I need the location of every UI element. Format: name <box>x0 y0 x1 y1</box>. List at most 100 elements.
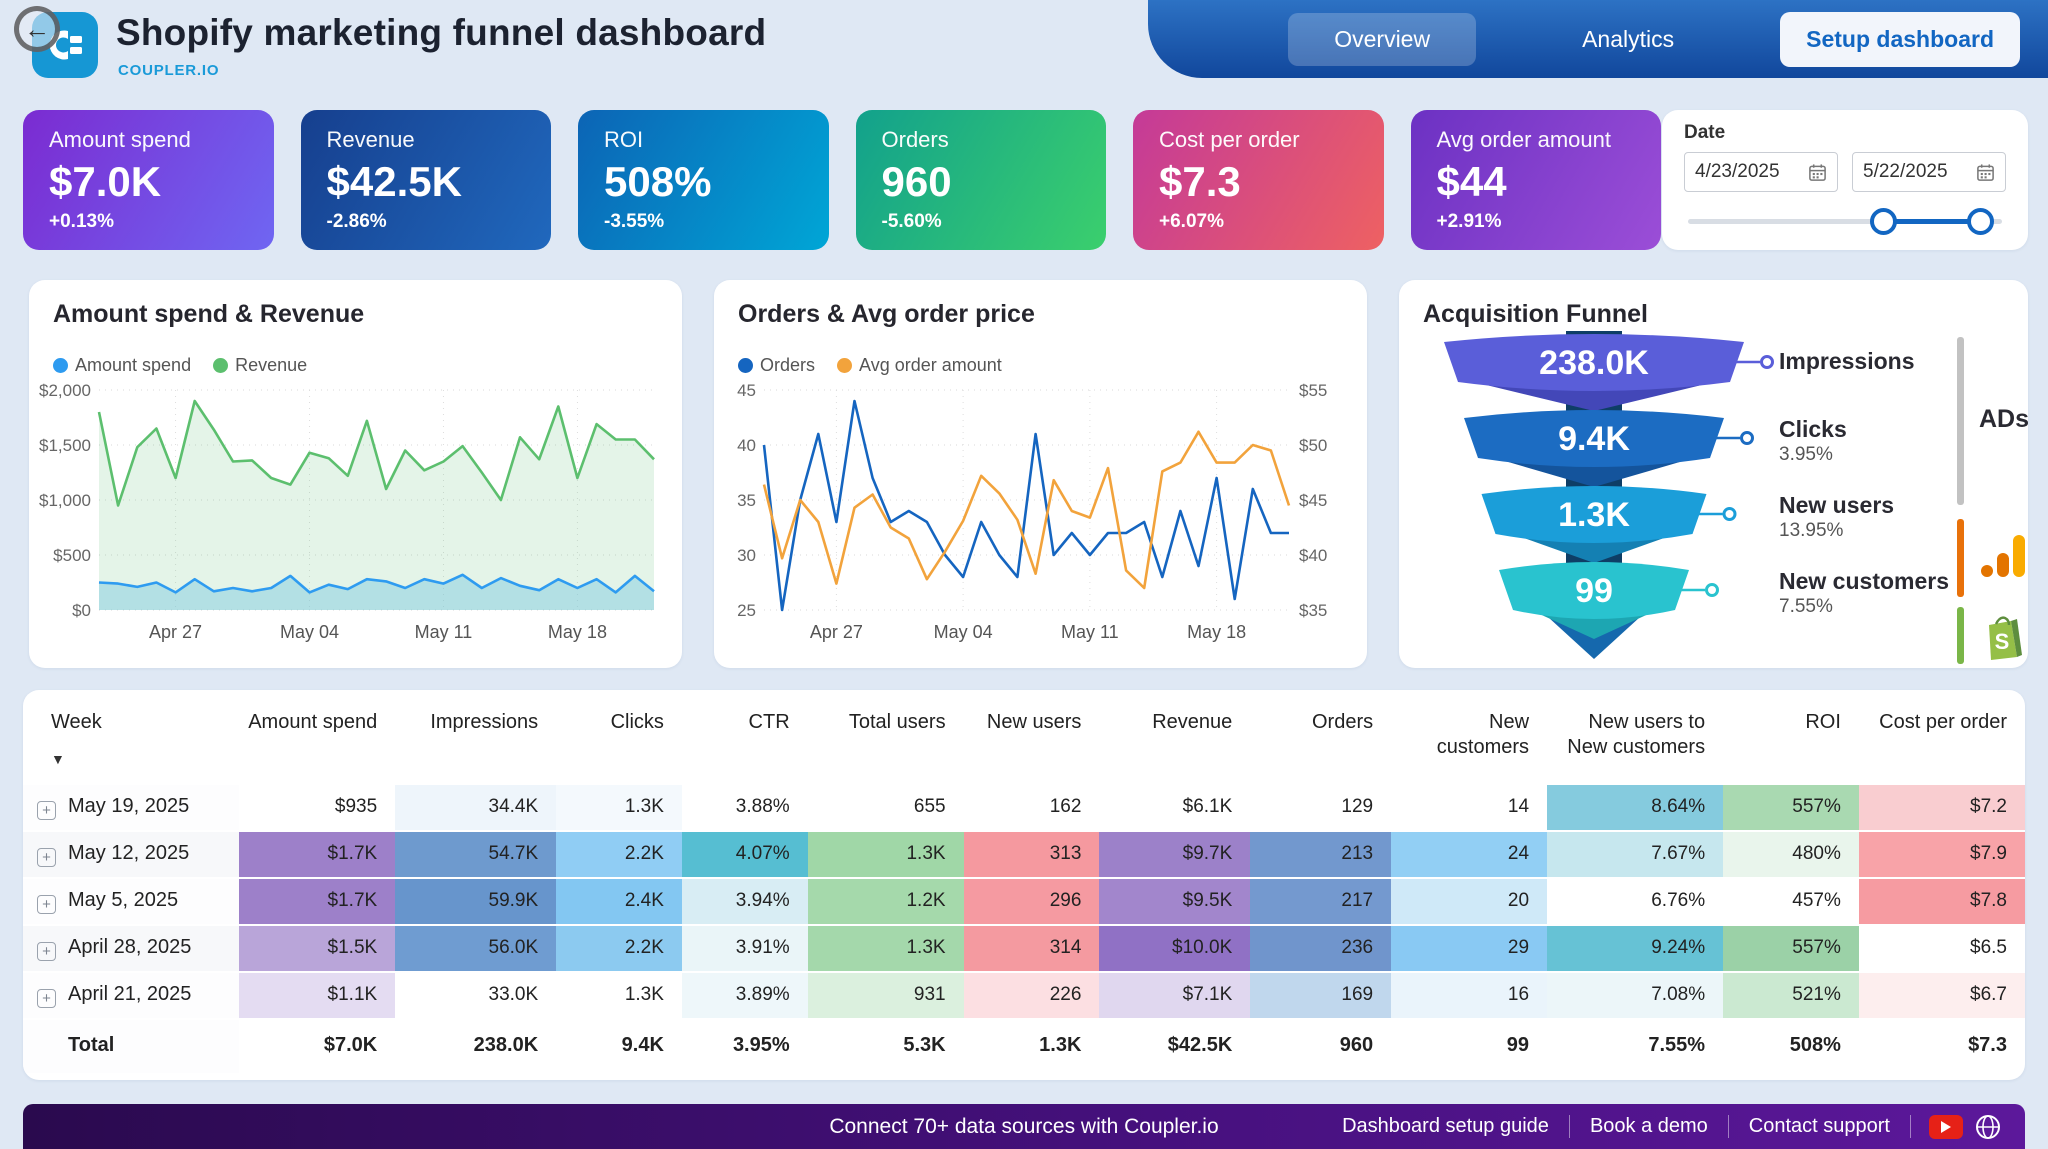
series-line-orders <box>764 401 1289 610</box>
date-end-input[interactable]: 5/22/2025 <box>1852 152 2006 192</box>
chart-card-spend-revenue: Amount spend & Revenue Amount spendReven… <box>29 280 682 668</box>
metric-cell: 1.3K <box>808 925 964 972</box>
sort-indicator[interactable]: ▼ <box>51 749 221 779</box>
metric-cell: $1.1K <box>239 972 395 1019</box>
ads-source-bar <box>1957 337 1964 505</box>
metric-cell: 2.2K <box>556 831 682 878</box>
footer-link-dashboard-setup-guide[interactable]: Dashboard setup guide <box>1322 1115 1570 1138</box>
metric-cell: $1.5K <box>239 925 395 972</box>
kpi-value: 508% <box>604 161 803 203</box>
expand-row-icon[interactable]: + <box>37 848 56 867</box>
funnel-connector-dot <box>1742 433 1753 444</box>
page-subtitle: COUPLER.IO <box>118 62 219 79</box>
date-start-input[interactable]: 4/23/2025 <box>1684 152 1838 192</box>
metric-cell: $7.8 <box>1859 878 2025 925</box>
expand-row-icon[interactable]: + <box>37 801 56 820</box>
ads-label: ADs <box>1979 405 2029 434</box>
kpi-card-roi: ROI508%-3.55% <box>578 110 829 250</box>
legend-dot <box>53 358 68 373</box>
metric-cell: 4.07% <box>682 831 808 878</box>
metric-cell: 59.9K <box>395 878 556 925</box>
analytics-source-bar <box>1957 519 1964 597</box>
calendar-icon[interactable] <box>1976 163 1995 182</box>
metric-cell: 7.67% <box>1547 831 1723 878</box>
metric-cell: 29 <box>1391 925 1547 972</box>
total-cell: $42.5K <box>1099 1019 1250 1073</box>
y-axis-right-tick: $45 <box>1299 491 1327 510</box>
table-row: +May 5, 2025$1.7K59.9K2.4K3.94%1.2K296$9… <box>23 878 2025 925</box>
kpi-label: Revenue <box>327 127 526 153</box>
metric-cell: 129 <box>1250 784 1391 831</box>
week-cell: + May 12, 2025 <box>23 831 239 878</box>
x-axis-tick: May 18 <box>1187 622 1246 642</box>
globe-icon[interactable] <box>1975 1114 2001 1140</box>
metric-cell: 314 <box>964 925 1100 972</box>
kpi-card-cost-per-order: Cost per order$7.3+6.07% <box>1133 110 1384 250</box>
kpi-value: 960 <box>882 161 1081 203</box>
week-label: May 12, 2025 <box>68 842 189 864</box>
metric-cell: 34.4K <box>395 784 556 831</box>
tab-analytics[interactable]: Analytics <box>1536 13 1720 66</box>
kpi-value: $42.5K <box>327 161 526 203</box>
y-axis-tick: $2,000 <box>39 381 91 400</box>
metric-cell: $7.1K <box>1099 972 1250 1019</box>
calendar-icon[interactable] <box>1808 163 1827 182</box>
metric-cell: 20 <box>1391 878 1547 925</box>
total-cell: $7.0K <box>239 1019 395 1073</box>
kpi-card-amount-spend: Amount spend$7.0K+0.13% <box>23 110 274 250</box>
slider-handle-end[interactable] <box>1967 208 1994 235</box>
column-header-new-users-to-new-customers: New users to New customers <box>1547 696 1723 784</box>
expand-row-icon[interactable]: + <box>37 895 56 914</box>
metric-cell: 14 <box>1391 784 1547 831</box>
date-end-value: 5/22/2025 <box>1863 161 1948 183</box>
date-range-slider[interactable] <box>1684 206 2006 236</box>
funnel-connector-dot <box>1724 509 1735 520</box>
metric-cell: 457% <box>1723 878 1859 925</box>
svg-text:S: S <box>1995 629 2010 654</box>
footer-link-contact-support[interactable]: Contact support <box>1729 1115 1911 1138</box>
funnel-chart: 238.0K9.4K1.3K99 <box>1429 329 1799 664</box>
metric-cell: $6.1K <box>1099 784 1250 831</box>
x-axis-tick: May 04 <box>280 622 339 642</box>
week-label: May 19, 2025 <box>68 795 189 817</box>
metric-cell: 521% <box>1723 972 1859 1019</box>
expand-row-icon[interactable]: + <box>37 989 56 1008</box>
y-axis-right-tick: $50 <box>1299 436 1327 455</box>
footer-promo-text: Connect 70+ data sources with Coupler.io <box>829 1115 1218 1139</box>
shopify-icon: S <box>1981 613 2025 661</box>
youtube-icon[interactable] <box>1929 1115 1963 1139</box>
week-cell: +May 5, 2025 <box>23 878 239 925</box>
metric-cell: 8.64% <box>1547 784 1723 831</box>
kpi-card-orders: Orders960-5.60% <box>856 110 1107 250</box>
slider-handle-start[interactable] <box>1870 208 1897 235</box>
footer-bar: Connect 70+ data sources with Coupler.io… <box>23 1104 2025 1149</box>
metric-cell: 16 <box>1391 972 1547 1019</box>
total-cell: 960 <box>1250 1019 1391 1073</box>
kpi-delta: -2.86% <box>327 211 526 233</box>
funnel-label-new-customers: New customers <box>1779 568 1949 595</box>
column-header-new-users: New users <box>964 696 1100 784</box>
column-header-clicks: Clicks <box>556 696 682 784</box>
setup-dashboard-button[interactable]: Setup dashboard <box>1780 12 2020 67</box>
expand-row-icon[interactable]: + <box>37 942 56 961</box>
kpi-delta: +2.91% <box>1437 211 1636 233</box>
back-button[interactable]: ← <box>14 6 60 52</box>
kpi-label: Avg order amount <box>1437 127 1636 153</box>
tab-overview[interactable]: Overview <box>1288 13 1476 66</box>
chart-title: Orders & Avg order price <box>714 280 1367 329</box>
metric-cell: 2.2K <box>556 925 682 972</box>
week-cell: + May 19, 2025 <box>23 784 239 831</box>
spend-revenue-chart: $0$500$1,000$1,500$2,000Apr 27May 04May … <box>29 380 674 648</box>
column-header-week: Week▼ <box>23 696 239 784</box>
orders-price-chart: 2530354045$35$40$45$50$55Apr 27May 04May… <box>714 380 1359 648</box>
y-axis-tick: 25 <box>737 601 756 620</box>
y-axis-tick: $1,000 <box>39 491 91 510</box>
header: ← Shopify marketing funnel dashboard COU… <box>0 0 2048 92</box>
column-header-roi: ROI <box>1723 696 1859 784</box>
footer-link-book-a-demo[interactable]: Book a demo <box>1570 1115 1729 1138</box>
funnel-stage-value: 99 <box>1575 572 1613 610</box>
metric-cell: 557% <box>1723 784 1859 831</box>
column-header-new-customers: New customers <box>1391 696 1547 784</box>
total-cell: 9.4K <box>556 1019 682 1073</box>
kpi-card-revenue: Revenue $42.5K -2.86% <box>301 110 552 250</box>
